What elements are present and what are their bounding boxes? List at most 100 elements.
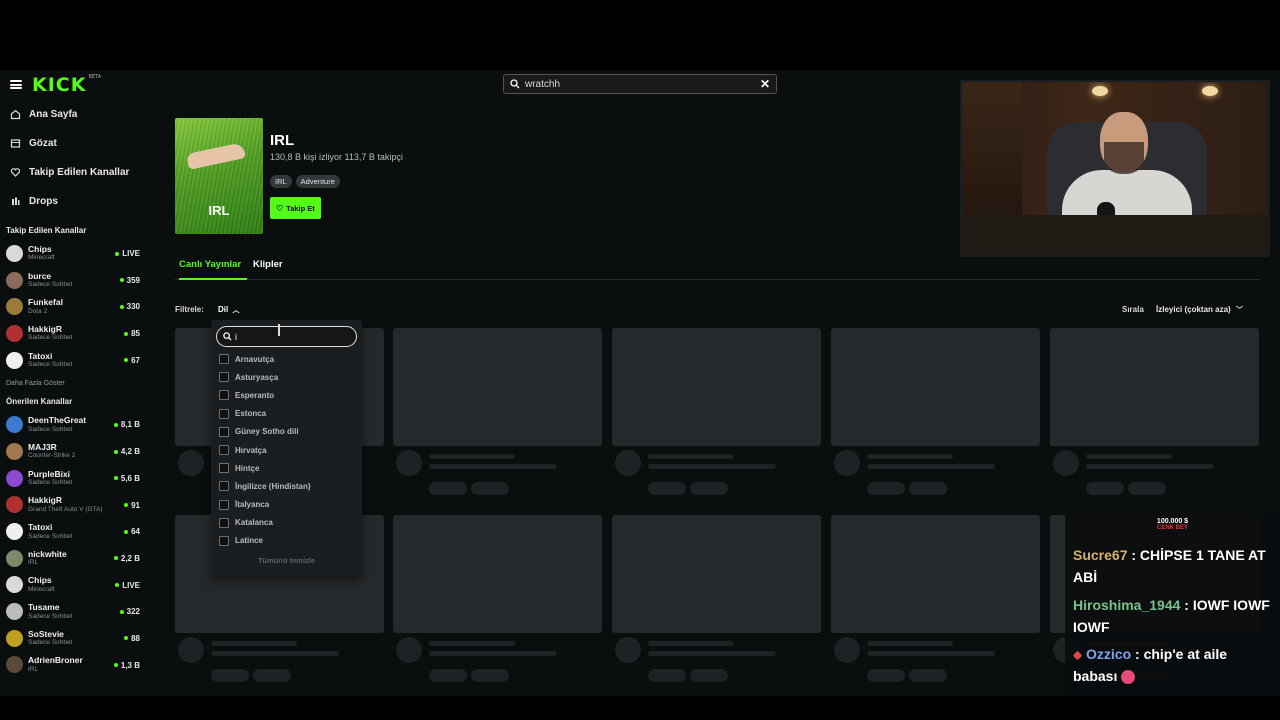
- nav-browse[interactable]: Gözat: [0, 129, 148, 158]
- stream-card-placeholder[interactable]: [393, 328, 602, 446]
- menu-icon[interactable]: [10, 80, 22, 89]
- language-option[interactable]: Hintçe: [219, 459, 359, 477]
- search-bar[interactable]: wratchh ✕: [503, 74, 777, 94]
- sidebar-channel[interactable]: DeenTheGreat Sadece Sohbet 8,1 B: [0, 411, 148, 438]
- skeleton-tag: [648, 669, 686, 682]
- sidebar-channel[interactable]: Chips Minecraft LIVE: [0, 240, 148, 267]
- checkbox[interactable]: [219, 463, 229, 474]
- stream-card-placeholder[interactable]: [393, 515, 602, 633]
- checkbox[interactable]: [219, 445, 229, 456]
- viewer-count: 4,2 B: [113, 447, 140, 456]
- sidebar-channel[interactable]: burce Sadece Sohbet 359: [0, 267, 148, 294]
- language-option[interactable]: İngilizce (Hindistan): [219, 477, 359, 495]
- live-dot-icon: [119, 278, 124, 283]
- chat-message: Sucre67 : CHİPSE 1 TANE AT ABİ: [1073, 544, 1273, 588]
- stream-card-placeholder[interactable]: [612, 328, 821, 446]
- sidebar-channel[interactable]: Tusame Sadece Sohbet 322: [0, 598, 148, 625]
- sidebar-channel[interactable]: Chips Minecraft LIVE: [0, 572, 148, 599]
- sidebar-channel[interactable]: Tatoxi Sadece Sohbet 67: [0, 347, 148, 374]
- kick-logo[interactable]: KICK BETA: [32, 74, 101, 96]
- chat-username: Ozzico: [1086, 646, 1132, 662]
- language-option[interactable]: İtalyanca: [219, 496, 359, 514]
- checkbox[interactable]: [219, 517, 229, 528]
- sidebar-channel[interactable]: Tatoxi Sadece Sohbet 64: [0, 518, 148, 545]
- nav-home[interactable]: Ana Sayfa: [0, 100, 148, 129]
- sidebar-channel[interactable]: HakkigR Grand Theft Auto V (GTA) 91: [0, 492, 148, 519]
- skeleton-line: [648, 454, 734, 459]
- language-option[interactable]: Katalanca: [219, 514, 359, 532]
- streamer-webcam: [960, 80, 1270, 257]
- checkbox[interactable]: [219, 408, 229, 419]
- stream-card-placeholder[interactable]: [831, 328, 1040, 446]
- search-input[interactable]: wratchh: [525, 79, 760, 90]
- language-option[interactable]: Asturyasça: [219, 368, 359, 386]
- skeleton-line: [648, 651, 776, 656]
- skeleton-line: [429, 464, 557, 469]
- skeleton-line: [867, 641, 953, 646]
- language-filter-label: Dil: [218, 305, 229, 314]
- checkbox[interactable]: [219, 499, 229, 510]
- donation-amount: 100.000 $: [1156, 518, 1189, 525]
- tab-live-streams[interactable]: Canlı Yayınlar: [179, 259, 241, 270]
- skeleton-avatar: [615, 637, 641, 663]
- donation-name: CENK BEY: [1156, 525, 1188, 531]
- clear-all-button[interactable]: Tümünü temizle: [211, 556, 362, 565]
- language-option[interactable]: Latince: [219, 532, 359, 546]
- sidebar-channel[interactable]: MAJ3R Counter-Strike 2 4,2 B: [0, 438, 148, 465]
- sidebar-channel[interactable]: HakkigR Sadece Sohbet 85: [0, 320, 148, 347]
- stream-card-placeholder[interactable]: [1050, 328, 1259, 446]
- heart-icon: ♡: [276, 203, 284, 213]
- sort-select-value: İzleyici (çoktan aza): [1156, 305, 1231, 314]
- language-option[interactable]: Güney Sotho dili: [219, 423, 359, 441]
- checkbox[interactable]: [219, 354, 229, 365]
- language-option[interactable]: Arnavutça: [219, 350, 359, 368]
- category-image: IRL: [175, 118, 263, 234]
- sidebar-channel[interactable]: AdrienBroner IRL 1,3 B: [0, 652, 148, 679]
- stream-card-placeholder[interactable]: [612, 515, 821, 633]
- checkbox[interactable]: [219, 535, 229, 546]
- stream-card-placeholder[interactable]: [831, 515, 1040, 633]
- language-option[interactable]: Estonca: [219, 405, 359, 423]
- search-icon: [510, 79, 520, 89]
- clear-search-icon[interactable]: ✕: [760, 77, 770, 91]
- active-tab-indicator: [179, 278, 247, 280]
- skeleton-tag: [648, 482, 686, 495]
- viewer-count: 322: [119, 607, 140, 616]
- live-dot-icon: [113, 422, 118, 427]
- skeleton-tag: [253, 669, 291, 682]
- sidebar-channel[interactable]: SoStevie Sadece Sohbet 88: [0, 625, 148, 652]
- nav-drops[interactable]: Drops: [0, 187, 148, 216]
- tag-irl[interactable]: IRL: [270, 175, 292, 188]
- live-dot-icon: [124, 529, 129, 534]
- language-search-input[interactable]: i: [216, 326, 357, 347]
- follow-button[interactable]: ♡ Takip Et: [270, 197, 321, 219]
- language-filter-button[interactable]: Dil ︿: [218, 305, 239, 315]
- skeleton-tag: [429, 482, 467, 495]
- checkbox[interactable]: [219, 390, 229, 401]
- checkbox[interactable]: [219, 372, 229, 383]
- badge-icon: [1072, 650, 1083, 661]
- sidebar-channel[interactable]: nickwhite IRL 2,2 B: [0, 545, 148, 572]
- language-option[interactable]: Esperanto: [219, 386, 359, 404]
- checkbox[interactable]: [219, 481, 229, 492]
- heart-icon: [10, 168, 21, 177]
- skeleton-tag: [909, 669, 947, 682]
- checkbox[interactable]: [219, 426, 229, 437]
- sidebar-channel[interactable]: Funkefal Dota 2 330: [0, 293, 148, 320]
- language-option[interactable]: Hırvatça: [219, 441, 359, 459]
- live-dot-icon: [124, 503, 129, 507]
- show-more-link[interactable]: Daha Fazla Göster: [0, 373, 148, 395]
- tab-clips[interactable]: Klipler: [253, 259, 283, 270]
- home-icon: [10, 109, 21, 120]
- viewer-count: 1,3 B: [113, 661, 140, 670]
- tag-adventure[interactable]: Adventure: [295, 175, 340, 188]
- live-dot-icon: [113, 449, 118, 454]
- stream-chat-overlay: 100.000 $ CENK BEY Sucre67 : CHİPSE 1 TA…: [1065, 514, 1280, 694]
- skeleton-line: [867, 464, 995, 469]
- skeleton-tag: [867, 482, 905, 495]
- nav-followed[interactable]: Takip Edilen Kanallar: [0, 158, 148, 187]
- viewer-count: 8,1 B: [113, 420, 140, 429]
- skeleton-avatar: [396, 637, 422, 663]
- sidebar-channel[interactable]: PurpleBixi Sadece Sohbet 5,6 B: [0, 465, 148, 492]
- sort-select[interactable]: İzleyici (çoktan aza) ﹀: [1156, 305, 1243, 315]
